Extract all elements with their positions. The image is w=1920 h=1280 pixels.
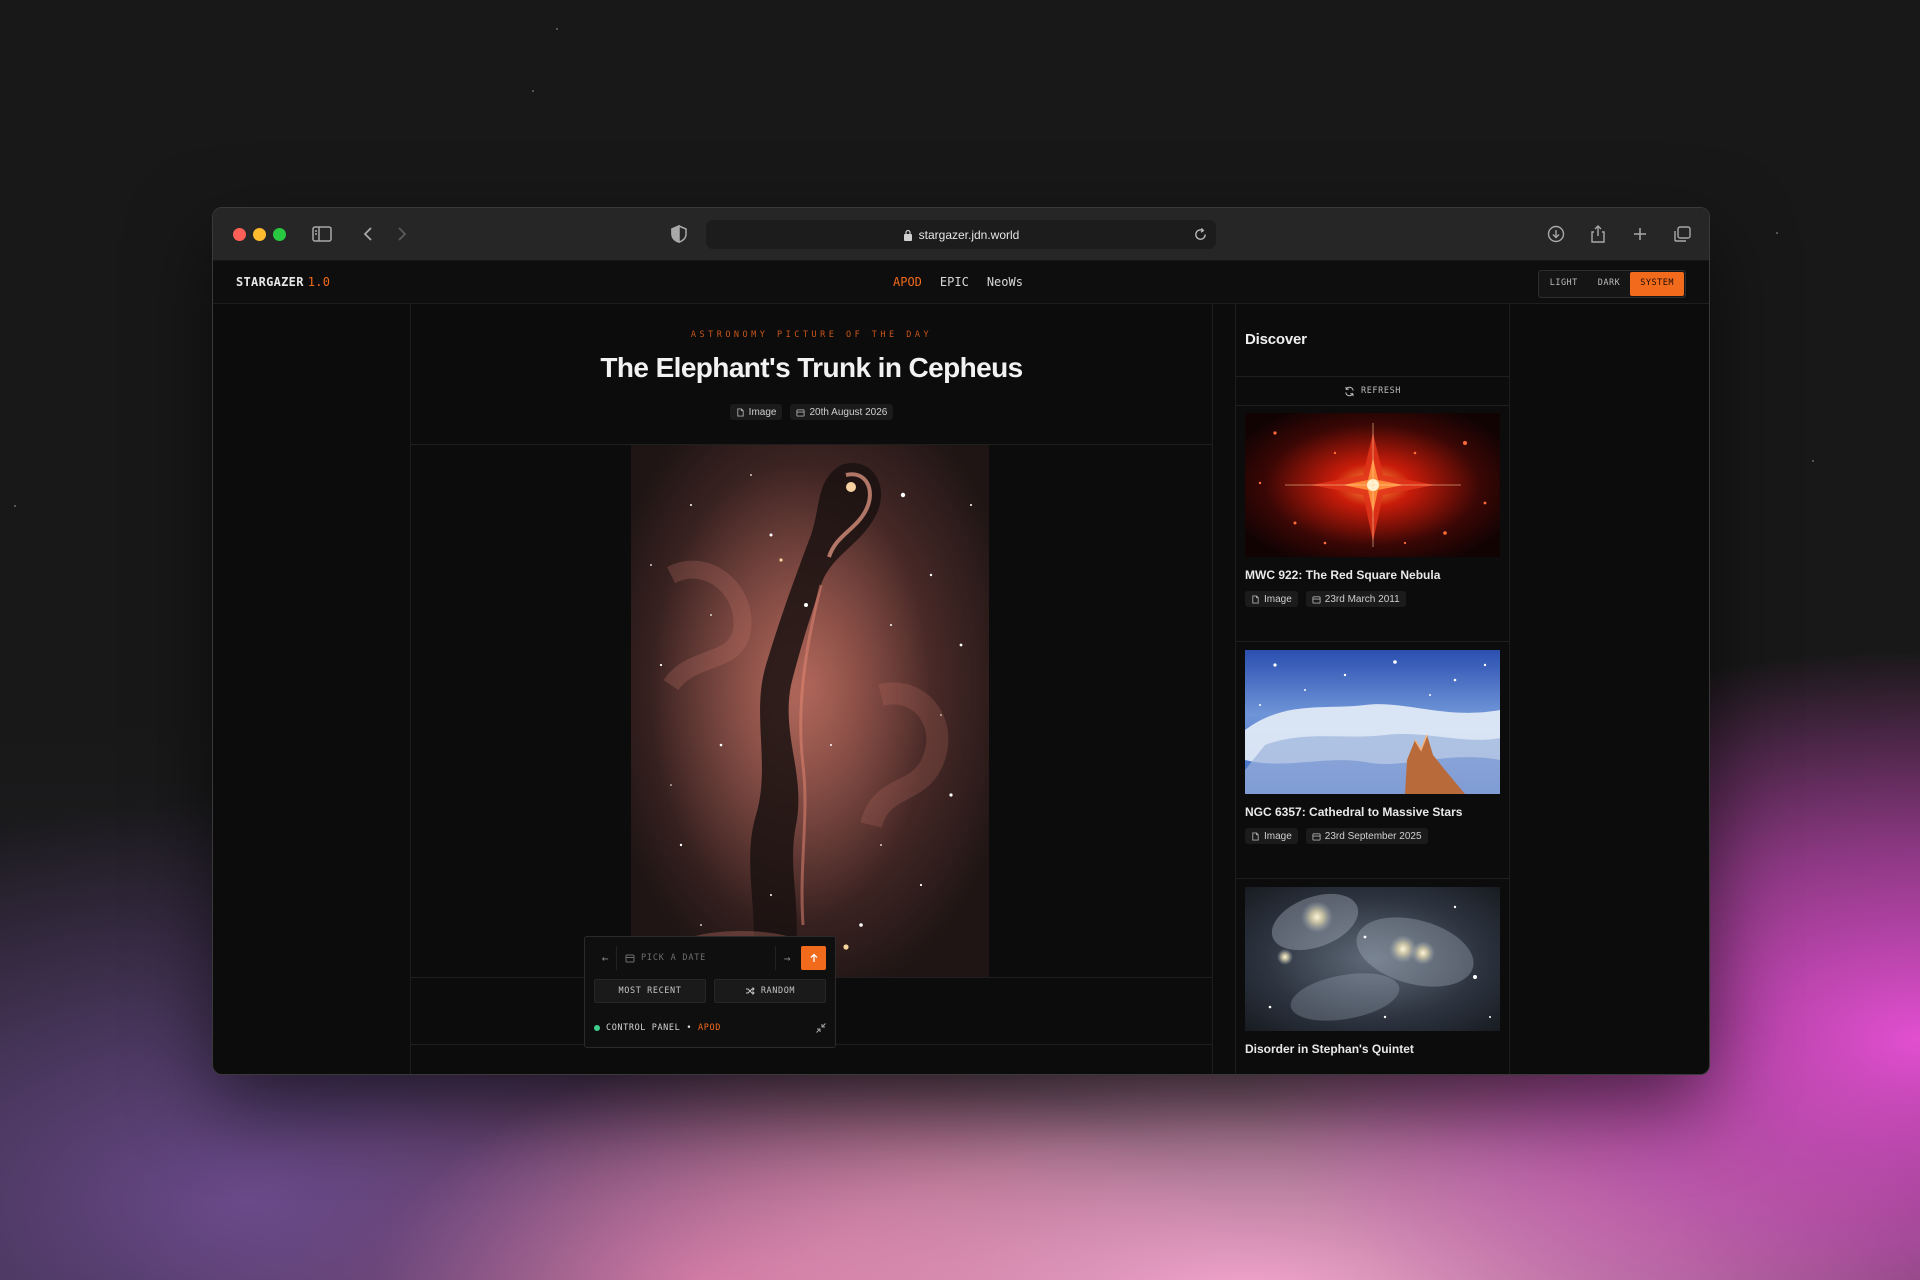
theme-toggle: LIGHT DARK SYSTEM	[1537, 270, 1686, 298]
main-nav: APOD EPIC NeoWs	[893, 275, 1023, 289]
media-type-badge: Image	[1245, 828, 1298, 844]
next-day-button[interactable]: →	[776, 946, 798, 970]
share-icon[interactable]	[1587, 224, 1609, 244]
nav-epic[interactable]: EPIC	[940, 275, 969, 289]
wallpaper-star	[556, 28, 558, 30]
date-text: 20th August 2026	[809, 406, 888, 418]
file-icon	[1252, 594, 1259, 604]
arrow-right-icon: →	[783, 951, 791, 965]
wallpaper-star	[532, 90, 534, 92]
control-panel-app: APOD	[698, 1023, 721, 1033]
date-text: 23rd March 2011	[1324, 593, 1400, 605]
page-title: The Elephant's Trunk in Cepheus	[600, 352, 1023, 383]
card-meta: Image 23rd September 2025	[1245, 828, 1428, 844]
new-tab-icon[interactable]	[1629, 224, 1651, 244]
most-recent-label: MOST RECENT	[618, 986, 682, 996]
media-type-badge: Image	[729, 404, 783, 420]
collapse-icon[interactable]	[816, 1023, 826, 1033]
media-type-text: Image	[1264, 593, 1292, 605]
media-type-badge: Image	[1245, 591, 1298, 607]
brand-version: 1.0	[307, 275, 331, 289]
wallpaper-star	[1776, 232, 1778, 234]
discover-card[interactable]: Disorder in Stephan's Quintet	[1236, 879, 1509, 1074]
go-button[interactable]	[801, 946, 826, 970]
calendar-icon	[1312, 595, 1321, 604]
address-text: stargazer.jdn.world	[918, 227, 1020, 242]
tab-overview-icon[interactable]	[1671, 224, 1693, 244]
theme-system-option[interactable]: SYSTEM	[1630, 272, 1684, 296]
date-badge: 23rd March 2011	[1305, 591, 1406, 607]
downloads-icon[interactable]	[1545, 224, 1567, 244]
refresh-button[interactable]: REFRESH	[1236, 376, 1509, 406]
apod-eyebrow: ASTRONOMY PICTURE OF THE DAY	[690, 330, 933, 340]
file-icon	[737, 407, 744, 417]
theme-light-option[interactable]: LIGHT	[1540, 272, 1588, 296]
nav-apod[interactable]: APOD	[893, 275, 922, 289]
shuffle-icon	[745, 987, 755, 995]
wallpaper-star	[1812, 460, 1814, 462]
discover-title: Discover	[1245, 331, 1307, 348]
status-dot	[594, 1025, 600, 1031]
arrow-left-icon: ←	[601, 951, 609, 965]
discover-sidebar: Discover REFRESH MWC 922: The Red Square…	[1235, 304, 1510, 1074]
card-title[interactable]: NGC 6357: Cathedral to Massive Stars	[1245, 805, 1462, 819]
apod-header: ASTRONOMY PICTURE OF THE DAY The Elephan…	[411, 304, 1212, 445]
date-picker-input[interactable]: PICK A DATE	[616, 946, 776, 970]
privacy-shield-icon[interactable]	[668, 224, 690, 244]
app-brand[interactable]: STARGAZER 1.0	[236, 275, 330, 289]
date-text: 23rd September 2025	[1324, 830, 1422, 842]
refresh-label: REFRESH	[1360, 386, 1402, 396]
browser-window: stargazer.jdn.world STARGAZER 1.0 APOD EP…	[212, 207, 1710, 1075]
date-picker-row: ← PICK A DATE →	[594, 946, 826, 970]
calendar-icon	[1312, 832, 1321, 841]
date-badge: 20th August 2026	[790, 404, 894, 420]
discover-card[interactable]: NGC 6357: Cathedral to Massive Stars Ima…	[1236, 642, 1509, 879]
card-thumbnail[interactable]	[1245, 650, 1500, 794]
nav-neows[interactable]: NeoWs	[987, 275, 1023, 289]
reload-icon[interactable]	[1193, 227, 1208, 242]
apod-meta: Image 20th August 2026	[411, 404, 1212, 420]
minimize-window-button[interactable]	[253, 228, 266, 241]
brand-name: STARGAZER	[236, 275, 304, 289]
arrow-up-icon	[810, 953, 817, 962]
control-panel: ← PICK A DATE → MOST RECENT RANDOM CONTR…	[584, 936, 836, 1048]
apod-main: ASTRONOMY PICTURE OF THE DAY The Elephan…	[410, 304, 1213, 1074]
card-title[interactable]: MWC 922: The Red Square Nebula	[1245, 568, 1440, 582]
date-picker-placeholder: PICK A DATE	[641, 953, 707, 963]
calendar-icon	[796, 408, 806, 417]
random-label: RANDOM	[760, 986, 796, 996]
date-badge: 23rd September 2025	[1305, 828, 1428, 844]
theme-dark-option[interactable]: DARK	[1588, 272, 1630, 296]
address-bar[interactable]: stargazer.jdn.world	[706, 220, 1216, 249]
page-content: ASTRONOMY PICTURE OF THE DAY The Elephan…	[213, 304, 1709, 1074]
card-meta: Image 23rd March 2011	[1245, 591, 1406, 607]
apod-image-frame	[411, 445, 1212, 978]
discover-card[interactable]: MWC 922: The Red Square Nebula Image 23r…	[1236, 405, 1509, 642]
card-title[interactable]: Disorder in Stephan's Quintet	[1245, 1042, 1414, 1056]
sidebar-toggle-icon[interactable]	[311, 224, 333, 244]
browser-titlebar: stargazer.jdn.world	[213, 208, 1709, 261]
refresh-icon	[1345, 386, 1354, 396]
control-buttons: MOST RECENT RANDOM	[594, 979, 826, 1003]
back-chevron-icon[interactable]	[358, 224, 380, 244]
control-panel-footer: CONTROL PANEL • APOD	[594, 1021, 826, 1035]
card-thumbnail[interactable]	[1245, 887, 1500, 1031]
zoom-window-button[interactable]	[273, 228, 286, 241]
footer-separator: •	[686, 1023, 693, 1033]
close-window-button[interactable]	[233, 228, 246, 241]
previous-day-button[interactable]: ←	[594, 946, 616, 970]
media-type-text: Image	[748, 406, 777, 418]
lock-icon	[903, 229, 912, 241]
forward-chevron-icon[interactable]	[390, 224, 412, 244]
random-button[interactable]: RANDOM	[714, 979, 826, 1003]
wallpaper-star	[14, 505, 16, 507]
apod-image[interactable]	[631, 445, 989, 977]
most-recent-button[interactable]: MOST RECENT	[594, 979, 706, 1003]
control-panel-label: CONTROL PANEL	[606, 1023, 681, 1033]
media-type-text: Image	[1264, 830, 1292, 842]
card-thumbnail[interactable]	[1245, 413, 1500, 557]
calendar-icon	[625, 954, 635, 963]
file-icon	[1252, 831, 1259, 841]
app-header: STARGAZER 1.0 APOD EPIC NeoWs LIGHT DARK …	[213, 261, 1709, 304]
